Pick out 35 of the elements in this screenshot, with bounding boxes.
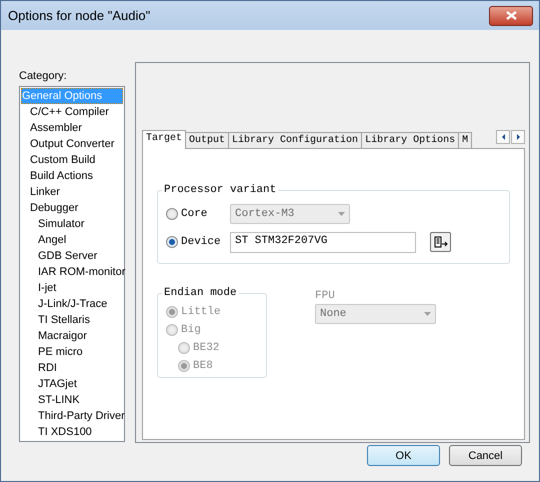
category-item[interactable]: RDI xyxy=(21,360,123,376)
category-item[interactable]: Third-Party Driver xyxy=(21,408,123,424)
category-item[interactable]: Simulator xyxy=(21,216,123,232)
category-item[interactable]: TI Stellaris xyxy=(21,312,123,328)
category-item[interactable]: TI XDS100 xyxy=(21,424,123,440)
category-item[interactable]: IAR ROM-monitor xyxy=(21,264,123,280)
group-title: Processor variant xyxy=(163,184,278,196)
tab[interactable]: Library Options xyxy=(361,132,460,149)
category-item[interactable]: Macraigor xyxy=(21,328,123,344)
category-item[interactable]: Angel xyxy=(21,232,123,248)
cancel-button[interactable]: Cancel xyxy=(449,445,522,466)
group-title: Endian mode xyxy=(163,287,238,299)
device-field[interactable]: ST STM32F207VG xyxy=(230,232,416,252)
category-item[interactable]: Assembler xyxy=(21,120,123,136)
radio-option[interactable]: Device xyxy=(166,236,230,248)
category-item[interactable]: ST-LINK xyxy=(21,392,123,408)
category-item[interactable]: JTAGjet xyxy=(21,376,123,392)
tab[interactable]: M xyxy=(458,132,472,149)
category-item[interactable]: C/C++ Compiler xyxy=(21,104,123,120)
category-item[interactable]: PE micro xyxy=(21,344,123,360)
category-item[interactable]: I-jet xyxy=(21,280,123,296)
category-item[interactable]: Custom Build xyxy=(21,152,123,168)
category-item[interactable]: GDB Server xyxy=(21,248,123,264)
window-title: Options for node "Audio" xyxy=(8,8,150,23)
category-item[interactable]: J-Link/J-Trace xyxy=(21,296,123,312)
category-label: Category: xyxy=(19,70,68,82)
category-item[interactable]: Output Converter xyxy=(21,136,123,152)
tab[interactable]: Output xyxy=(185,132,230,149)
ok-button[interactable]: OK xyxy=(367,445,440,466)
tab[interactable]: Target xyxy=(142,130,186,149)
category-item[interactable]: Debugger xyxy=(21,200,123,216)
fpu-label: FPU xyxy=(315,290,336,302)
tab[interactable]: Library Configuration xyxy=(228,132,362,149)
category-item[interactable]: Build Actions xyxy=(21,168,123,184)
category-item[interactable]: Linker xyxy=(21,184,123,200)
